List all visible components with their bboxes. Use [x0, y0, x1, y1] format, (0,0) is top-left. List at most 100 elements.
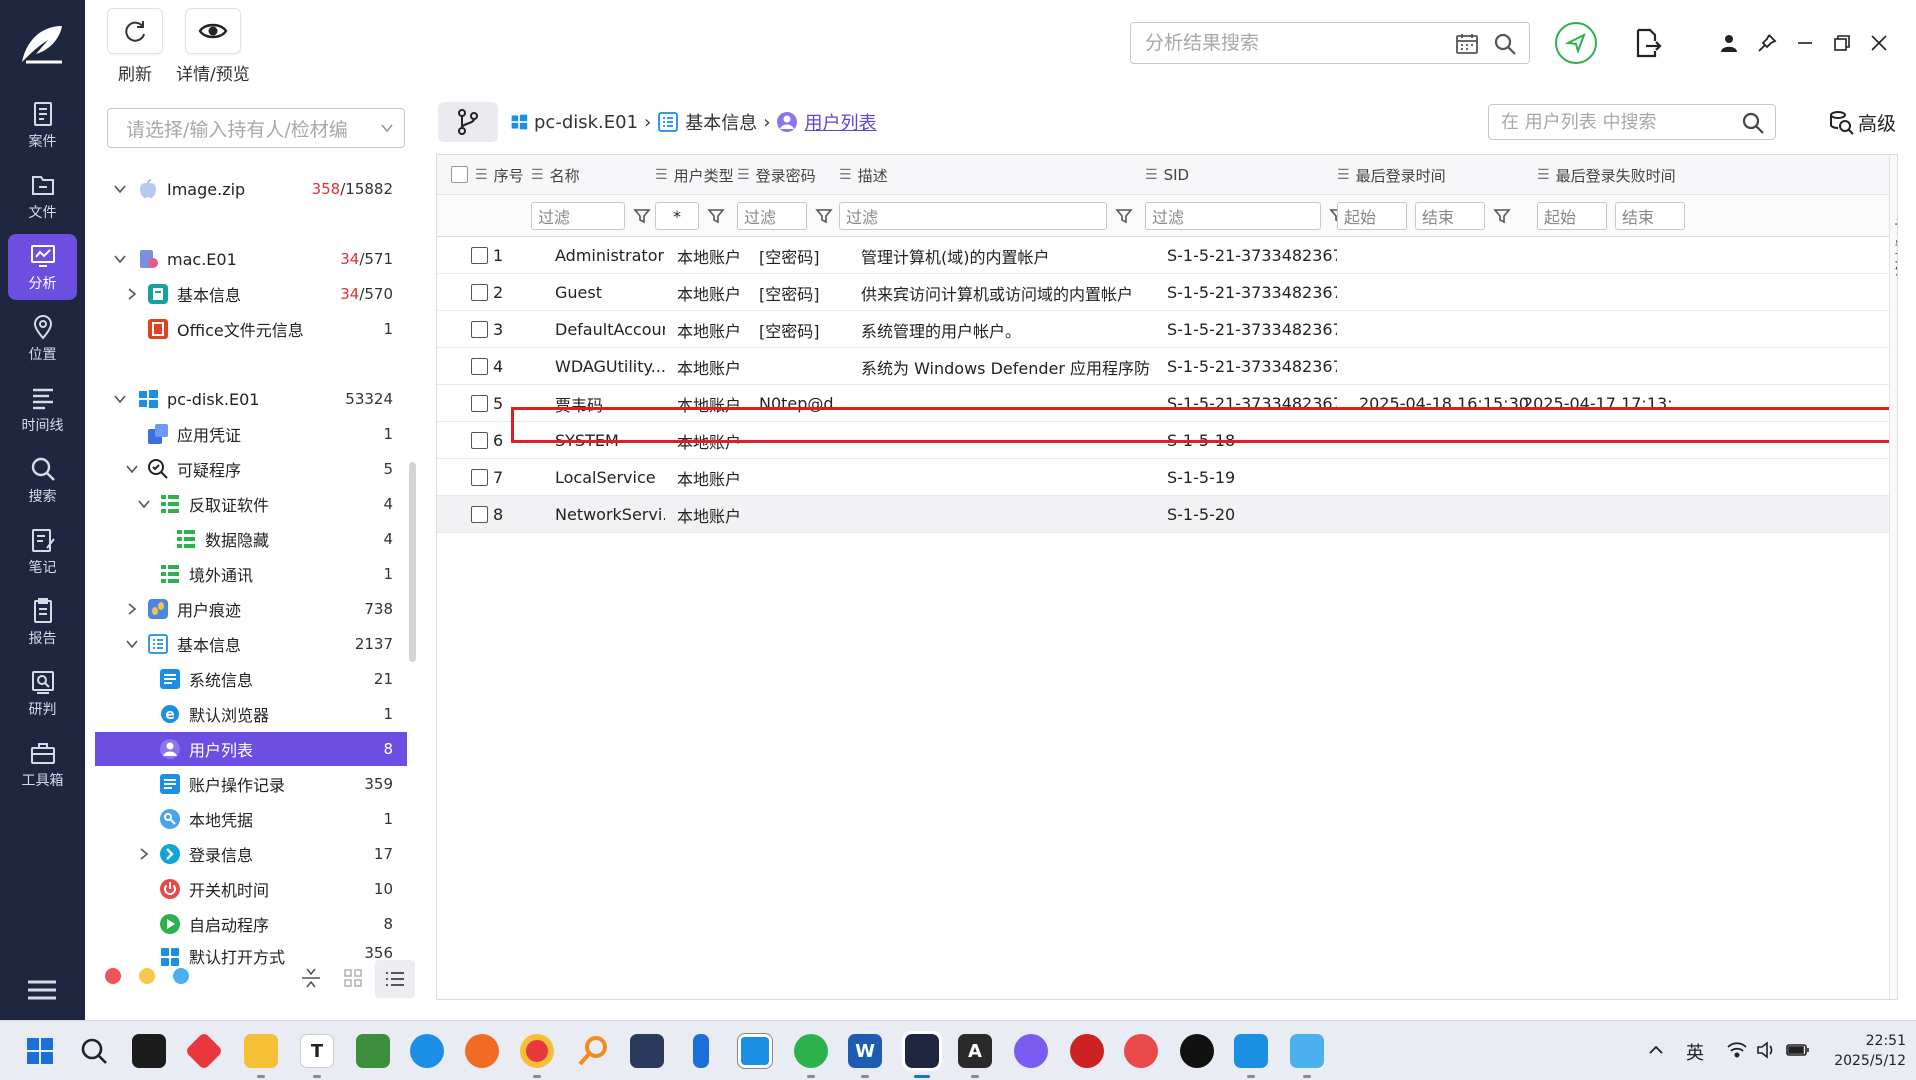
- filter-last-login-end[interactable]: 结束: [1415, 202, 1485, 230]
- taskbar-search-icon[interactable]: [80, 1037, 108, 1065]
- app-window-icon[interactable]: [737, 1033, 773, 1069]
- table-row[interactable]: 7 LocalService 本地账户 S-1-5-19: [437, 459, 1889, 496]
- grid-view-icon[interactable]: [343, 968, 363, 988]
- app-cat-icon[interactable]: [630, 1034, 664, 1068]
- rail-item-location[interactable]: 位置: [8, 305, 77, 371]
- blue-dot-icon[interactable]: [173, 968, 189, 984]
- tree-node-data-hiding[interactable]: 数据隐藏 4: [95, 522, 407, 556]
- tree-node-image-zip[interactable]: Image.zip 358/15882: [95, 172, 407, 206]
- row-checkbox[interactable]: [471, 432, 488, 449]
- tree-node-power-time[interactable]: 开关机时间 10: [95, 872, 407, 906]
- close-button[interactable]: [1868, 32, 1890, 54]
- breadcrumb-mid[interactable]: 基本信息: [685, 109, 757, 135]
- tree-node-foreign-comm[interactable]: 境外通讯 1: [95, 557, 407, 591]
- tray-chevron-up-icon[interactable]: [1648, 1043, 1664, 1057]
- red-dot-icon[interactable]: [105, 968, 121, 984]
- tree-node-user-list[interactable]: 用户列表 8: [95, 732, 407, 766]
- app-blue-icon[interactable]: [1290, 1034, 1324, 1068]
- breadcrumb-root[interactable]: pc-disk.E01: [534, 112, 638, 133]
- qq-icon[interactable]: [1180, 1034, 1214, 1068]
- rail-item-search[interactable]: 搜索: [8, 447, 77, 513]
- tree-node-account-ops[interactable]: 账户操作记录 359: [95, 767, 407, 801]
- edge-icon[interactable]: [410, 1034, 444, 1068]
- yellow-dot-icon[interactable]: [139, 968, 155, 984]
- tree-node-anti-forensics[interactable]: 反取证软件 4: [95, 487, 407, 521]
- row-checkbox[interactable]: [471, 358, 488, 375]
- chevron-down-icon[interactable]: [137, 497, 151, 511]
- search-tool-icon[interactable]: [576, 1034, 610, 1068]
- filter-last-fail-start[interactable]: 起始: [1537, 202, 1607, 230]
- rail-item-note[interactable]: 笔记: [8, 518, 77, 584]
- task-view-icon[interactable]: [132, 1034, 166, 1068]
- table-search-input[interactable]: [1501, 111, 1731, 133]
- chevron-down-icon[interactable]: [113, 252, 127, 266]
- collapse-icon[interactable]: [300, 966, 322, 990]
- row-checkbox[interactable]: [471, 247, 488, 264]
- rail-item-report[interactable]: 报告: [8, 589, 77, 655]
- wifi-icon[interactable]: [1726, 1041, 1748, 1059]
- row-checkbox[interactable]: [471, 284, 488, 301]
- user-button[interactable]: [1718, 32, 1740, 54]
- rail-item-file[interactable]: 文件: [8, 163, 77, 229]
- app-diamond-icon[interactable]: [184, 1031, 224, 1071]
- filter-password[interactable]: 过滤: [737, 202, 807, 230]
- row-checkbox[interactable]: [471, 506, 488, 523]
- column-header-last-fail[interactable]: ☰ 最后登录失败时间: [1537, 155, 1676, 195]
- app-a-icon[interactable]: A: [958, 1034, 992, 1068]
- chevron-right-icon[interactable]: [125, 287, 139, 301]
- tree-node-mac-basic-info[interactable]: 基本信息 34/570: [95, 277, 407, 311]
- system-clock[interactable]: 22:51 2025/5/12: [1822, 1031, 1906, 1071]
- rail-item-case[interactable]: 案件: [8, 92, 77, 158]
- chevron-right-icon[interactable]: [137, 847, 151, 861]
- tree-node-system-info[interactable]: 系统信息 21: [95, 662, 407, 696]
- filter-icon[interactable]: [815, 207, 833, 225]
- photo-app-icon[interactable]: [356, 1034, 390, 1068]
- rail-item-timeline[interactable]: 时间线: [8, 376, 77, 442]
- speaker-icon[interactable]: [1756, 1041, 1776, 1059]
- filter-last-fail-end[interactable]: 结束: [1615, 202, 1685, 230]
- list-view-button[interactable]: [375, 960, 415, 998]
- minimize-button[interactable]: [1794, 32, 1816, 54]
- filter-name[interactable]: 过滤: [531, 202, 625, 230]
- rail-item-toolbox[interactable]: 工具箱: [8, 731, 77, 797]
- column-header-last-login[interactable]: ☰ 最后登录时间: [1337, 155, 1446, 195]
- preview-button[interactable]: 详情/预览: [176, 8, 250, 85]
- chevron-down-icon[interactable]: [113, 392, 127, 406]
- breadcrumb-current[interactable]: 用户列表: [804, 109, 876, 135]
- send-status-button[interactable]: [1555, 22, 1597, 64]
- column-header-user-type[interactable]: ☰ 用户类型: [655, 155, 734, 195]
- filter-description[interactable]: 过滤: [839, 202, 1107, 230]
- branch-button[interactable]: [438, 102, 498, 142]
- refresh-button[interactable]: 刷新: [107, 8, 163, 85]
- table-row[interactable]: 2 Guest 本地账户 [空密码] 供来宾访问计算机或访问域的内置帐户 S-1-5-21…: [437, 274, 1889, 311]
- app-swirl-icon[interactable]: [1124, 1034, 1158, 1068]
- tree-node-office-meta[interactable]: Office文件元信息 1: [95, 312, 407, 346]
- chevron-down-icon[interactable]: [113, 182, 127, 196]
- filter-icon[interactable]: [1493, 207, 1511, 225]
- column-header-description[interactable]: ☰ 描述: [839, 155, 888, 195]
- filter-icon[interactable]: [633, 207, 651, 225]
- app-hex-icon[interactable]: [1014, 1034, 1048, 1068]
- tree-node-local-credential[interactable]: 本地凭据 1: [95, 802, 407, 836]
- chrome-icon[interactable]: [520, 1034, 554, 1068]
- filter-icon[interactable]: [707, 207, 725, 225]
- holder-select[interactable]: 请选择/输入持有人/检材编: [107, 108, 405, 148]
- column-header-no[interactable]: ☰ 序号: [475, 155, 524, 195]
- tree-node-default-browser[interactable]: e 默认浏览器 1: [95, 697, 407, 731]
- chevron-down-icon[interactable]: [125, 462, 139, 476]
- column-header-password[interactable]: ☰ 登录密码: [737, 155, 816, 195]
- app-gear-icon[interactable]: [1070, 1034, 1104, 1068]
- filter-user-type[interactable]: *: [655, 202, 699, 230]
- tree-node-pc-basic-info[interactable]: 基本信息 2137: [95, 627, 407, 661]
- tree-node-suspicious-program[interactable]: 可疑程序 5: [95, 452, 407, 486]
- tree-node-autostart[interactable]: 自启动程序 8: [95, 907, 407, 941]
- wechat-icon[interactable]: [794, 1034, 828, 1068]
- table-row[interactable]: 8 NetworkServi... 本地账户 S-1-5-20: [437, 496, 1889, 533]
- firefox-icon[interactable]: [465, 1034, 499, 1068]
- tree-node-pc-disk[interactable]: pc-disk.E01 53324: [95, 382, 407, 416]
- row-checkbox[interactable]: [471, 395, 488, 412]
- forensic-app-icon[interactable]: [902, 1031, 942, 1071]
- chevron-down-icon[interactable]: [125, 637, 139, 651]
- advanced-search-button[interactable]: 高级: [1828, 106, 1896, 138]
- hamburger-menu-icon[interactable]: [26, 978, 58, 1002]
